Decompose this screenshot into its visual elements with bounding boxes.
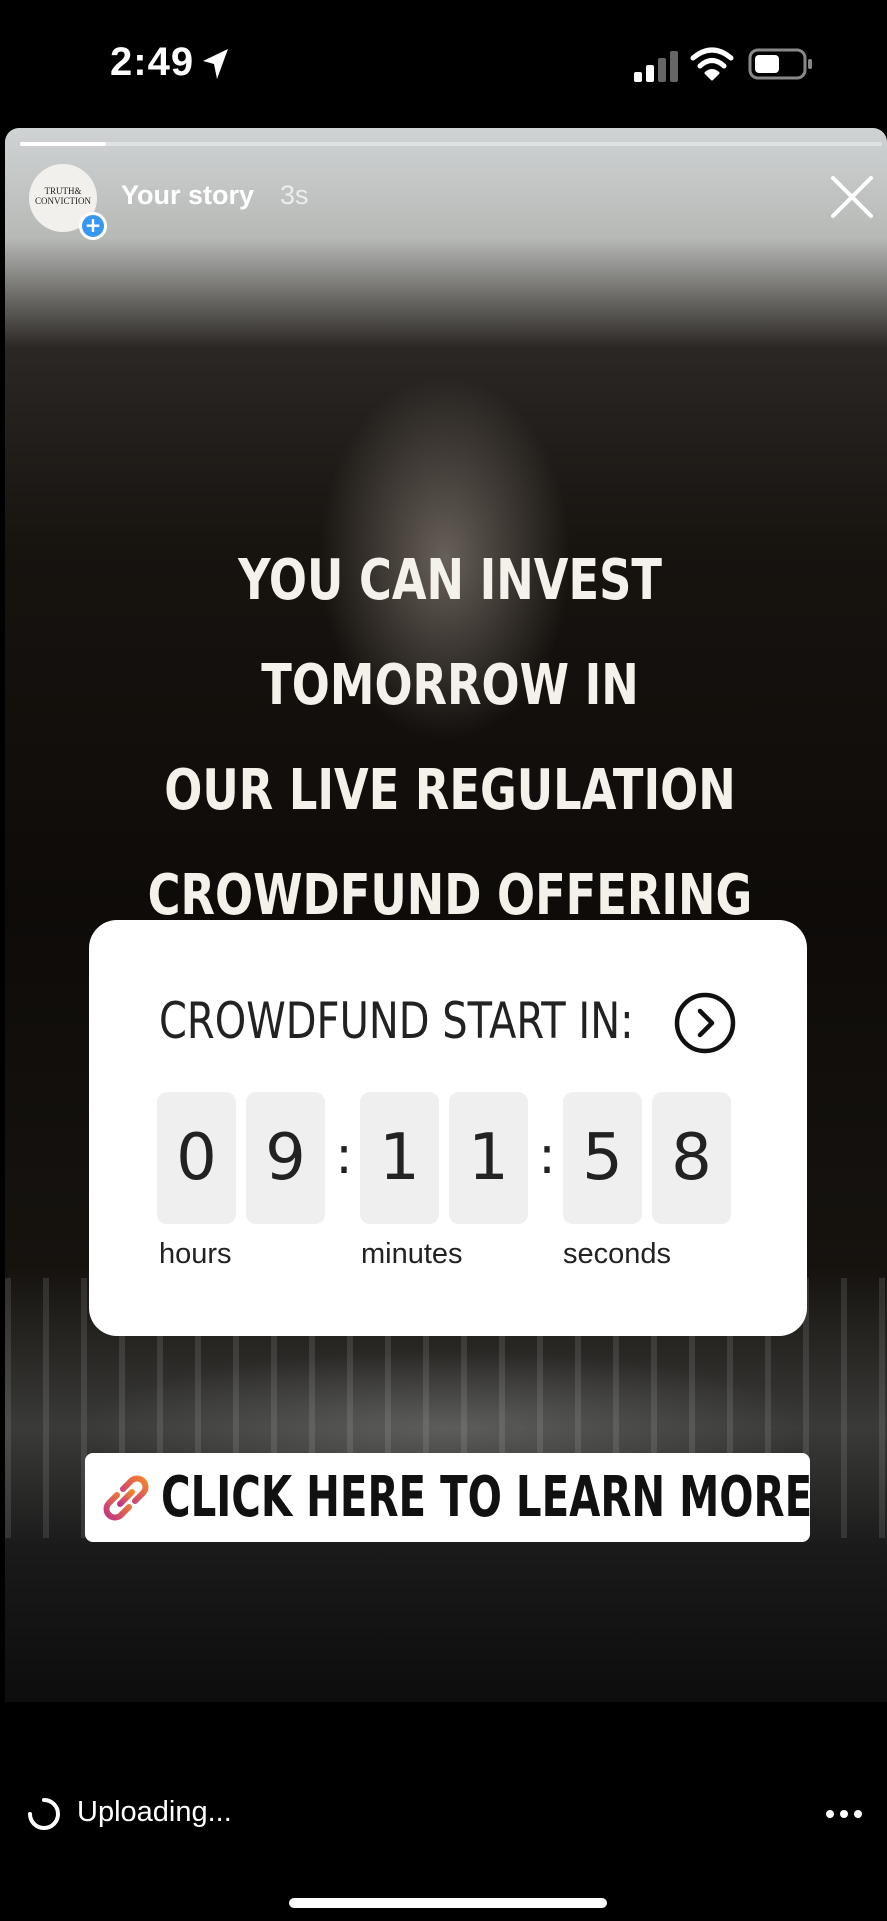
countdown-sticker[interactable]: CROWDFUND START IN: 0 9 : 1 1 : 5 8 hour… [89, 920, 807, 1336]
more-options-icon[interactable] [824, 1802, 864, 1826]
status-time: 2:49 [110, 40, 195, 84]
story-progress-fill [20, 142, 107, 146]
story-progress-bar [20, 142, 882, 146]
countdown-digit-minutes-tens: 1 [360, 1092, 439, 1224]
countdown-unit-hours: hours [159, 1238, 232, 1270]
avatar-logo-line2: CONVICTION [35, 196, 91, 206]
countdown-title: CROWDFUND START IN: [159, 992, 634, 1050]
cellular-signal-icon [634, 51, 678, 82]
countdown-digit-hours-ones: 9 [246, 1092, 325, 1224]
countdown-digit-hours-tens: 0 [157, 1092, 236, 1224]
story-user-label[interactable]: Your story [121, 180, 254, 211]
wifi-icon [690, 47, 734, 81]
link-sticker-button[interactable]: CLICK HERE TO LEARN MORE [85, 1453, 813, 1542]
link-sticker-label: CLICK HERE TO LEARN MORE [161, 1465, 813, 1530]
avatar-logo: TRUTH& CONVICTION [29, 186, 97, 206]
home-indicator[interactable] [289, 1898, 607, 1908]
loading-spinner-icon [28, 1798, 60, 1830]
countdown-digit-seconds-ones: 8 [652, 1092, 731, 1224]
countdown-unit-seconds: seconds [563, 1238, 672, 1270]
countdown-digit-seconds-tens: 5 [563, 1092, 642, 1224]
story-timestamp: 3s [280, 180, 309, 210]
story-headline: YOU CAN INVEST TOMORROW IN OUR LIVE REGU… [142, 528, 758, 948]
countdown-digit-minutes-ones: 1 [449, 1092, 528, 1224]
chevron-right-circle-icon[interactable] [673, 991, 737, 1055]
countdown-separator: : [335, 1126, 353, 1186]
status-bar: 2:49 [0, 0, 887, 128]
close-icon[interactable] [827, 172, 877, 222]
add-story-plus-icon[interactable]: + [79, 212, 107, 240]
location-arrow-icon [203, 49, 228, 79]
headline-line-1: YOU CAN INVEST TOMORROW IN [238, 548, 662, 718]
headline-line-2: OUR LIVE REGULATION [164, 758, 736, 823]
countdown-unit-minutes: minutes [361, 1238, 463, 1270]
battery-icon [748, 48, 812, 80]
countdown-separator: : [538, 1126, 556, 1186]
upload-status: Uploading... [77, 1796, 232, 1828]
avatar[interactable]: TRUTH& CONVICTION + [29, 164, 107, 240]
bottom-bar: Uploading... [0, 1702, 887, 1921]
avatar-logo-line1: TRUTH& [44, 186, 82, 196]
link-icon [103, 1475, 149, 1521]
